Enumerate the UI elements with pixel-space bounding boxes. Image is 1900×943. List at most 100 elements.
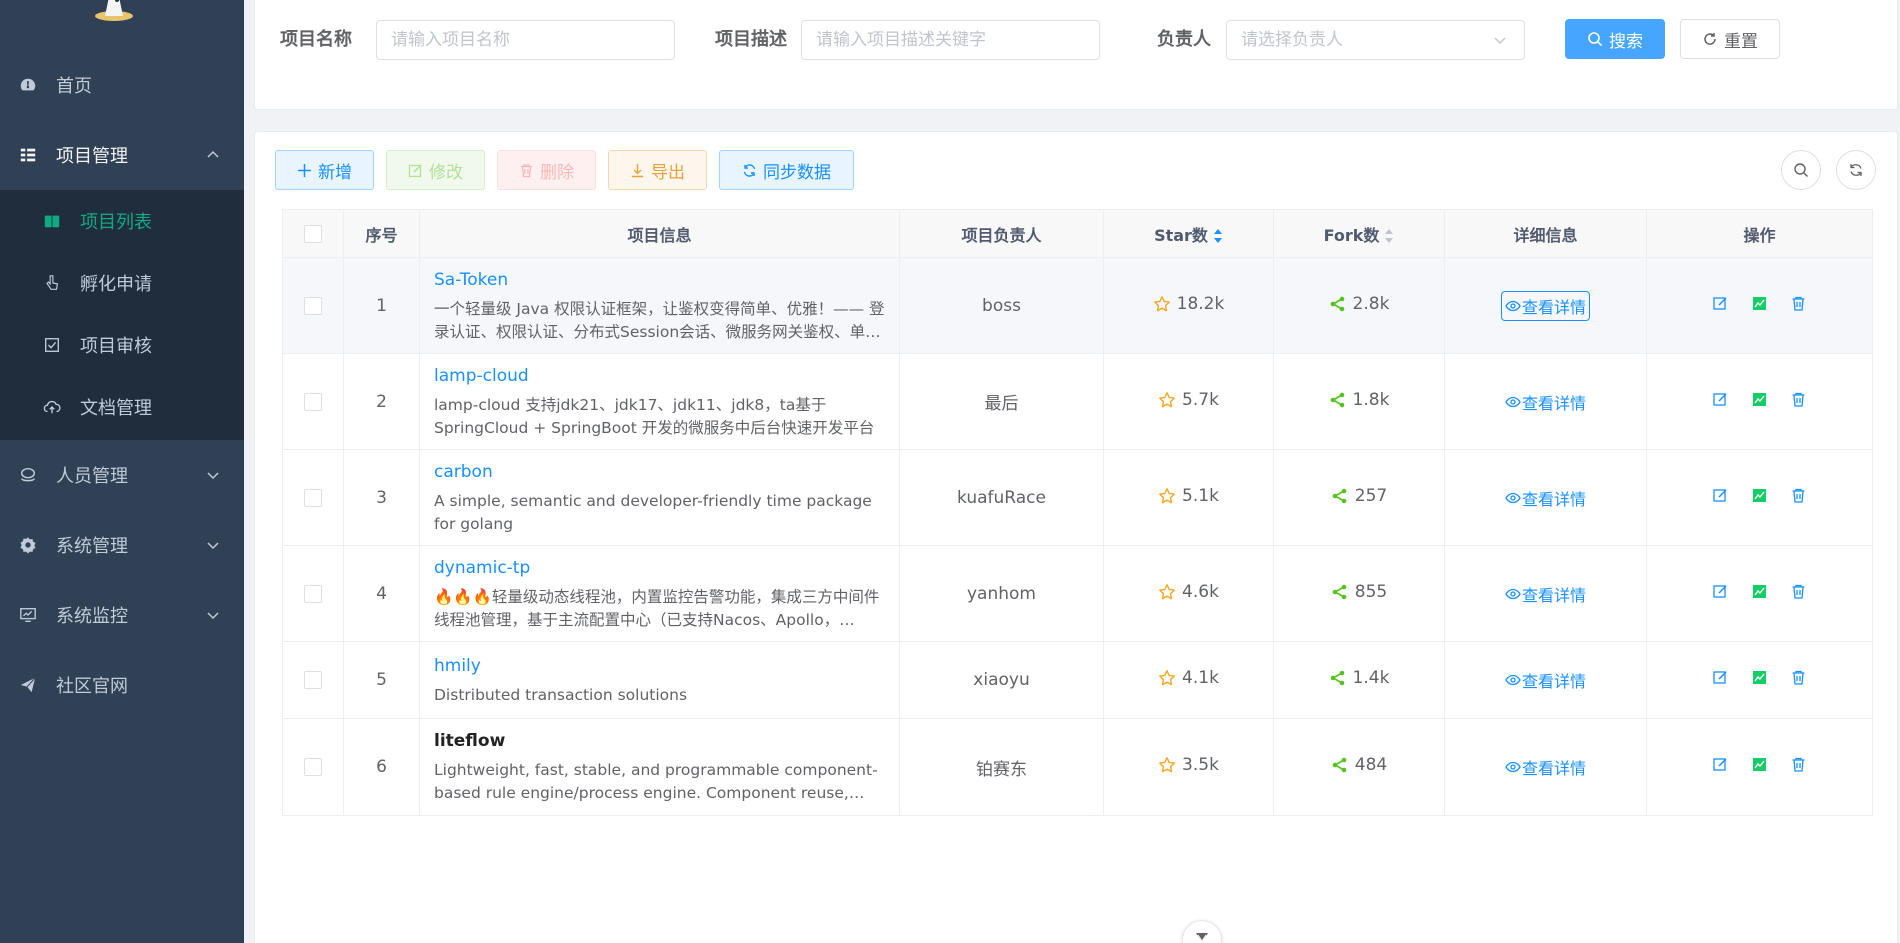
owner-label: 负责人: [1157, 29, 1211, 50]
detail-cell: 查看详情: [1444, 545, 1647, 642]
table-row[interactable]: 5 hmily Distributed transaction solutions x…: [282, 641, 1873, 719]
sync-button[interactable]: 同步数据: [719, 150, 854, 190]
row-checkbox[interactable]: [304, 758, 322, 776]
row-checkbox[interactable]: [304, 488, 322, 507]
toggle-search-button[interactable]: [1781, 150, 1821, 190]
edit-icon[interactable]: [1712, 487, 1729, 504]
trash-icon[interactable]: [1790, 583, 1807, 600]
sort-icon[interactable]: [1384, 227, 1394, 245]
view-detail-link[interactable]: 查看详情: [1502, 388, 1589, 416]
trash-icon[interactable]: [1790, 756, 1807, 773]
chevron-down-icon: [1196, 933, 1208, 942]
sidebar-item-review[interactable]: 项目审核: [0, 314, 244, 376]
view-detail-label: 查看详情: [1521, 489, 1586, 509]
chart-icon[interactable]: [1751, 391, 1768, 408]
reset-button[interactable]: 重置: [1680, 19, 1780, 59]
sidebar-item-community[interactable]: 社区官网: [0, 650, 244, 720]
add-button[interactable]: 新增: [275, 150, 374, 190]
table-row[interactable]: 2 lamp-cloud lamp-cloud 支持jdk21、jdk17、jdk1…: [282, 353, 1873, 450]
project-name-input[interactable]: [376, 20, 675, 60]
star-icon: [1159, 583, 1175, 599]
search-button[interactable]: 搜索: [1565, 19, 1665, 59]
chart-icon[interactable]: [1751, 295, 1768, 312]
table-row[interactable]: 1 Sa-Token 一个轻量级 Java 权限认证框架，让鉴权变得简单、优雅！——…: [282, 257, 1873, 354]
view-detail-link[interactable]: 查看详情: [1502, 753, 1589, 781]
project-info-cell: liteflow Lightweight, fast, stable, and p…: [419, 718, 900, 816]
project-name-link[interactable]: Sa-Token: [434, 268, 885, 292]
fork-cell: 855: [1273, 545, 1445, 642]
eye-icon: [1505, 396, 1521, 407]
project-info-cell: carbon A simple, semantic and developer-f…: [419, 449, 900, 546]
project-owner: 最后: [899, 353, 1104, 450]
project-name-link[interactable]: hmily: [434, 654, 885, 678]
row-index: 5: [343, 641, 420, 719]
delete-button[interactable]: 删除: [497, 150, 596, 190]
sidebar-item-monitor[interactable]: 系统监控: [0, 580, 244, 650]
edit-button[interactable]: 修改: [386, 150, 485, 190]
sidebar-item-home[interactable]: 首页: [0, 50, 244, 120]
star-icon: [1159, 487, 1175, 503]
star-icon: [1159, 391, 1175, 407]
edit-icon[interactable]: [1712, 583, 1729, 600]
edit-icon[interactable]: [1712, 295, 1729, 312]
table-row[interactable]: 3 carbon A simple, semantic and developer-…: [282, 449, 1873, 546]
header-star[interactable]: Star数: [1103, 209, 1274, 258]
refresh-table-button[interactable]: [1836, 150, 1876, 190]
view-detail-link[interactable]: 查看详情: [1500, 290, 1590, 321]
hand-pointer-icon: [42, 273, 62, 293]
sidebar-item-incubation[interactable]: 孵化申请: [0, 252, 244, 314]
header-star-label: Star数: [1154, 225, 1208, 245]
table-card: 新增 修改 删除 导出 同步数据 序号 项目信息 项目负责人 Star数 For…: [254, 131, 1898, 943]
project-name-link[interactable]: dynamic-tp: [434, 556, 885, 580]
chart-icon[interactable]: [1751, 756, 1768, 773]
row-select-cell: [282, 641, 344, 719]
sidebar-item-project-management[interactable]: 项目管理: [0, 120, 244, 190]
owner-select[interactable]: [1226, 20, 1525, 60]
header-info: 项目信息: [419, 209, 900, 258]
edit-icon[interactable]: [1712, 756, 1729, 773]
project-name-link[interactable]: liteflow: [434, 729, 885, 753]
sidebar-item-project-list[interactable]: 项目列表: [0, 190, 244, 252]
fork-cell: 1.4k: [1273, 641, 1445, 719]
edit-icon[interactable]: [1712, 669, 1729, 686]
row-index: 4: [343, 545, 420, 642]
star-count: 4.6k: [1182, 581, 1219, 602]
table-row[interactable]: 4 dynamic-tp 🔥🔥🔥轻量级动态线程池，内置监控告警功能，集成三方中间件线…: [282, 545, 1873, 642]
sidebar-item-personnel[interactable]: 人员管理: [0, 440, 244, 510]
trash-icon[interactable]: [1790, 487, 1807, 504]
sidebar-item-system[interactable]: 系统管理: [0, 510, 244, 580]
trash-icon[interactable]: [1790, 669, 1807, 686]
table-row[interactable]: 6 liteflow Lightweight, fast, stable, and …: [282, 718, 1873, 816]
search-button-label: 搜索: [1609, 31, 1643, 52]
row-checkbox[interactable]: [304, 296, 322, 315]
project-name-link[interactable]: lamp-cloud: [434, 364, 885, 388]
sort-active-icon[interactable]: [1213, 227, 1223, 245]
chart-icon[interactable]: [1751, 669, 1768, 686]
export-button[interactable]: 导出: [608, 150, 707, 190]
share-icon: [1330, 296, 1344, 311]
project-desc-input[interactable]: [801, 20, 1100, 60]
project-description: 🔥🔥🔥轻量级动态线程池，内置监控告警功能，集成三方中间件线程池管理，基于主流配置…: [434, 587, 880, 629]
view-detail-link[interactable]: 查看详情: [1502, 484, 1589, 512]
share-icon: [1332, 757, 1347, 773]
project-name-link[interactable]: carbon: [434, 460, 885, 484]
trash-icon[interactable]: [1790, 391, 1807, 408]
row-checkbox[interactable]: [304, 584, 322, 603]
submenu-project-management: 项目列表 孵化申请 项目审核 文档管理: [0, 190, 244, 440]
sidebar-item-docs[interactable]: 文档管理: [0, 376, 244, 438]
select-all-checkbox[interactable]: [304, 225, 322, 244]
row-checkbox[interactable]: [304, 671, 322, 689]
view-detail-link[interactable]: 查看详情: [1502, 580, 1589, 608]
view-detail-label: 查看详情: [1521, 585, 1586, 605]
view-detail-link[interactable]: 查看详情: [1502, 666, 1589, 694]
logo-icon: [95, 0, 133, 21]
sidebar-item-label: 首页: [56, 76, 92, 97]
chart-icon[interactable]: [1751, 487, 1768, 504]
header-fork[interactable]: Fork数: [1273, 209, 1445, 258]
chart-icon[interactable]: [1751, 583, 1768, 600]
edit-icon[interactable]: [1712, 391, 1729, 408]
sidebar-item-label: 项目管理: [56, 146, 128, 167]
row-checkbox[interactable]: [304, 392, 322, 411]
trash-icon[interactable]: [1790, 295, 1807, 312]
star-icon: [1159, 670, 1175, 686]
